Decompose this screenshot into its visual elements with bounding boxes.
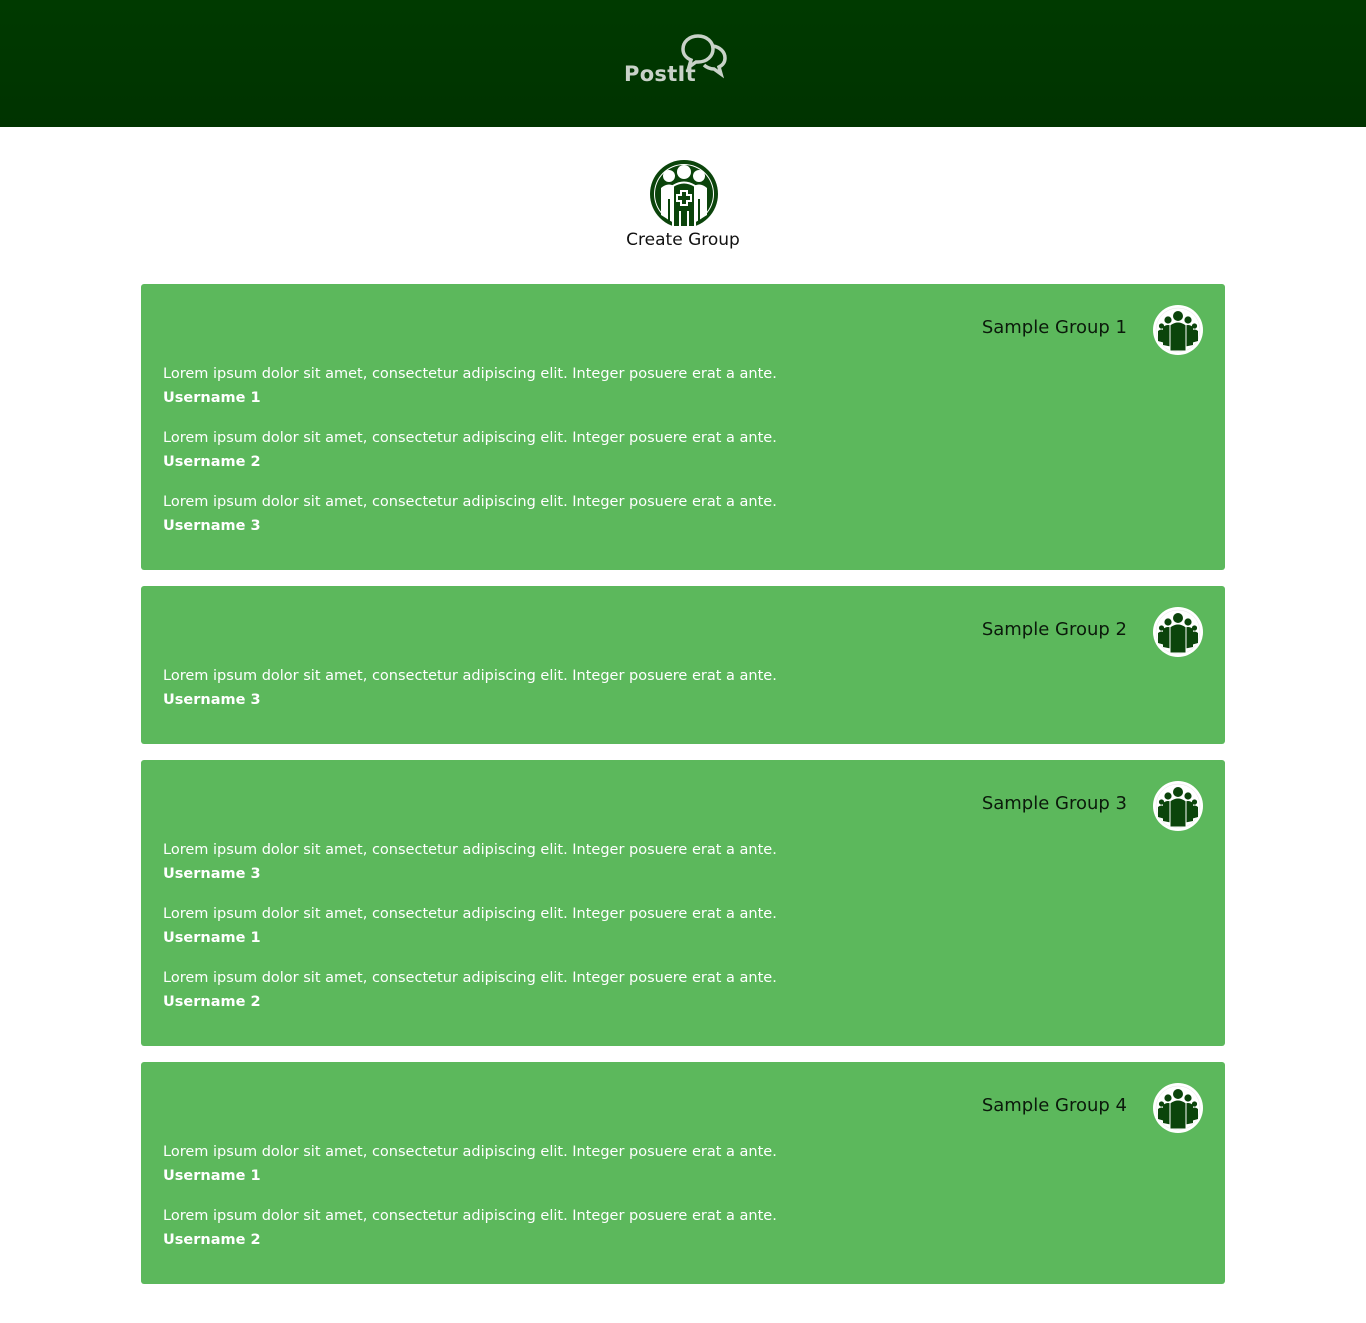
group-title[interactable]: Sample Group 4 [982,1095,1127,1116]
group-header: Sample Group 3 [163,760,1203,838]
brand-logo[interactable]: PostIt [624,34,728,88]
post-text: Lorem ipsum dolor sit amet, consectetur … [163,430,777,446]
post-username[interactable]: Username 1 [163,386,1203,410]
group-header: Sample Group 2 [163,586,1203,664]
add-group-icon [649,159,719,233]
create-group-button[interactable]: Create Group [583,159,783,259]
post-item: Lorem ipsum dolor sit amet, consectetur … [163,664,1203,712]
post-username[interactable]: Username 1 [163,1164,1203,1188]
post-text: Lorem ipsum dolor sit amet, consectetur … [163,842,777,858]
post-item: Lorem ipsum dolor sit amet, consectetur … [163,426,1203,474]
post-item: Lorem ipsum dolor sit amet, consectetur … [163,902,1203,950]
group-title[interactable]: Sample Group 3 [982,793,1127,814]
post-username[interactable]: Username 2 [163,990,1203,1014]
group-list: Sample Group 1 Lorem ipsum dolor sit ame… [141,284,1225,1300]
group-title[interactable]: Sample Group 1 [982,317,1127,338]
post-item: Lorem ipsum dolor sit amet, consectetur … [163,362,1203,410]
create-group-label: Create Group [626,230,740,250]
post-username[interactable]: Username 1 [163,926,1203,950]
group-card[interactable]: Sample Group 4 Lorem ipsum dolor sit ame… [141,1062,1225,1284]
group-header: Sample Group 1 [163,284,1203,362]
post-text: Lorem ipsum dolor sit amet, consectetur … [163,668,777,684]
post-text: Lorem ipsum dolor sit amet, consectetur … [163,970,777,986]
post-text: Lorem ipsum dolor sit amet, consectetur … [163,494,777,510]
post-text: Lorem ipsum dolor sit amet, consectetur … [163,366,777,382]
post-username[interactable]: Username 3 [163,862,1203,886]
group-header: Sample Group 4 [163,1062,1203,1140]
group-members-icon[interactable] [1153,781,1203,831]
app-header: PostIt [0,0,1366,127]
group-card[interactable]: Sample Group 3 Lorem ipsum dolor sit ame… [141,760,1225,1046]
group-title[interactable]: Sample Group 2 [982,619,1127,640]
group-card[interactable]: Sample Group 2 Lorem ipsum dolor sit ame… [141,586,1225,744]
post-text: Lorem ipsum dolor sit amet, consectetur … [163,1208,777,1224]
post-item: Lorem ipsum dolor sit amet, consectetur … [163,1204,1203,1252]
group-card[interactable]: Sample Group 1 Lorem ipsum dolor sit ame… [141,284,1225,570]
group-members-icon[interactable] [1153,607,1203,657]
speech-bubbles-icon [680,34,728,84]
post-username[interactable]: Username 2 [163,1228,1203,1252]
post-item: Lorem ipsum dolor sit amet, consectetur … [163,490,1203,538]
group-members-icon[interactable] [1153,305,1203,355]
post-text: Lorem ipsum dolor sit amet, consectetur … [163,906,777,922]
post-item: Lorem ipsum dolor sit amet, consectetur … [163,838,1203,886]
post-item: Lorem ipsum dolor sit amet, consectetur … [163,1140,1203,1188]
post-username[interactable]: Username 3 [163,514,1203,538]
post-item: Lorem ipsum dolor sit amet, consectetur … [163,966,1203,1014]
group-members-icon[interactable] [1153,1083,1203,1133]
post-username[interactable]: Username 3 [163,688,1203,712]
post-text: Lorem ipsum dolor sit amet, consectetur … [163,1144,777,1160]
post-username[interactable]: Username 2 [163,450,1203,474]
